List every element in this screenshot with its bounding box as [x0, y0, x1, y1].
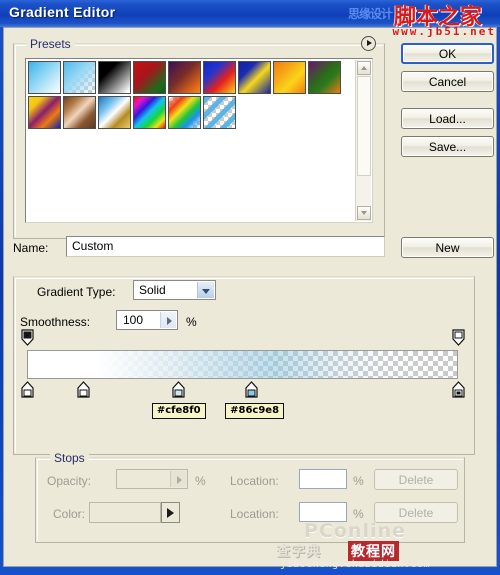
dialog-client-area: Presets OK Cancel Load... Save... New Na… — [3, 27, 497, 567]
title-bar[interactable]: Gradient Editor 思缘设计 脚本之家 — [0, 0, 500, 27]
new-button[interactable]: New — [401, 237, 494, 258]
color-stop-1[interactable] — [21, 381, 34, 398]
gradient-type-value: Solid — [139, 283, 166, 297]
watermark-pconline: PConline — [304, 520, 406, 542]
smoothness-unit: % — [186, 315, 197, 329]
presets-group: Presets — [13, 36, 385, 239]
preset-swatch[interactable] — [63, 61, 96, 94]
watermark-jb51-url: www.jb51.net — [392, 25, 496, 38]
triangle-right-icon — [170, 471, 186, 487]
presets-menu-icon[interactable] — [361, 36, 376, 51]
opacity-location-unit: % — [353, 474, 364, 488]
triangle-right-icon — [161, 502, 180, 523]
smoothness-input[interactable]: 100 — [116, 310, 178, 330]
opacity-stop-left[interactable] — [21, 329, 34, 346]
color-location-label: Location: — [230, 507, 279, 521]
preset-swatch-fill — [134, 62, 165, 93]
color-stop-tooltip: #cfe8f0 — [151, 403, 206, 419]
color-stop-tooltip: #86c9e8 — [225, 403, 285, 419]
presets-group-title: Presets — [26, 37, 75, 51]
preset-swatch-fill — [204, 97, 235, 128]
opacity-location-input — [299, 469, 347, 489]
smoothness-label: Smoothness: — [20, 315, 91, 329]
gradient-settings-group: Gradient Type: Solid Smoothness: 100 % #… — [13, 276, 475, 543]
watermark-chazidian-tag: 教程网 — [348, 541, 399, 561]
preset-swatch[interactable] — [133, 96, 166, 129]
preset-swatch[interactable] — [28, 96, 61, 129]
gradient-editor-window: Gradient Editor 思缘设计 脚本之家 www.jb51.net P… — [0, 0, 500, 575]
chevron-down-icon[interactable] — [197, 282, 214, 298]
preset-swatch-fill — [29, 62, 60, 93]
color-stop-4[interactable] — [245, 381, 258, 398]
titlebar-watermark: 思缘设计 脚本之家 — [348, 0, 498, 27]
preset-swatch-fill — [99, 97, 130, 128]
preset-swatch[interactable] — [273, 61, 306, 94]
ok-button[interactable]: OK — [401, 43, 494, 64]
preset-swatch-fill — [239, 62, 270, 93]
preset-swatch[interactable] — [28, 61, 61, 94]
color-stop-5[interactable] — [452, 381, 465, 398]
scrollbar-thumb[interactable] — [357, 76, 371, 176]
smoothness-value: 100 — [123, 313, 144, 327]
gradient-preview-bar[interactable] — [27, 350, 458, 379]
watermark-chazidian-cn: 查字典 — [276, 544, 321, 560]
opacity-label: Opacity: — [47, 474, 92, 488]
preset-swatch[interactable] — [238, 61, 271, 94]
color-label: Color: — [53, 507, 86, 521]
save-button[interactable]: Save... — [401, 136, 494, 157]
preset-swatch-fill — [134, 97, 165, 128]
opacity-unit: % — [195, 474, 206, 488]
preset-swatch-fill — [169, 97, 200, 128]
gradient-type-select[interactable]: Solid — [133, 280, 216, 300]
preset-swatch[interactable] — [308, 61, 341, 94]
preset-swatch[interactable] — [133, 61, 166, 94]
opacity-delete-button: Delete — [374, 469, 458, 490]
preset-swatch[interactable] — [98, 96, 131, 129]
opacity-location-label: Location: — [230, 474, 279, 488]
chevron-up-icon[interactable] — [357, 61, 371, 75]
preset-swatch[interactable] — [63, 96, 96, 129]
preset-swatch-fill — [169, 62, 200, 93]
gradient-fill — [28, 351, 457, 378]
presets-swatch-grid — [28, 61, 354, 131]
triangle-right-icon[interactable] — [160, 312, 176, 328]
gradient-type-label: Gradient Type: — [37, 285, 116, 299]
preset-swatch-fill — [309, 62, 340, 93]
preset-swatch[interactable] — [203, 96, 236, 129]
color-stop-3[interactable] — [172, 381, 185, 398]
color-location-unit: % — [353, 507, 364, 521]
presets-listbox[interactable] — [25, 58, 373, 223]
watermark-chazidian: 查字典 教程网 jiaocheng.chazidian.com — [276, 541, 498, 573]
color-swatch — [89, 502, 161, 523]
chevron-down-icon[interactable] — [357, 206, 371, 220]
preset-swatch-fill — [64, 97, 95, 128]
color-stop-2[interactable] — [77, 381, 90, 398]
preset-swatch[interactable] — [168, 61, 201, 94]
preset-swatch[interactable] — [98, 61, 131, 94]
watermark-chazidian-url: jiaocheng.chazidian.com — [280, 559, 430, 570]
opacity-stop-right[interactable] — [452, 329, 465, 346]
preset-swatch[interactable] — [168, 96, 201, 129]
watermark-jb51-text: 脚本之家 — [394, 5, 483, 27]
presets-scrollbar[interactable] — [355, 60, 371, 221]
preset-swatch[interactable] — [203, 61, 236, 94]
preset-swatch-fill — [99, 62, 130, 93]
color-location-input — [299, 502, 347, 522]
load-button[interactable]: Load... — [401, 108, 494, 129]
preset-swatch-fill — [274, 62, 305, 93]
cancel-button[interactable]: Cancel — [401, 71, 494, 92]
preset-swatch-fill — [204, 62, 235, 93]
name-label: Name: — [13, 241, 49, 255]
preset-swatch-fill — [64, 62, 95, 93]
name-input[interactable]: Custom — [66, 236, 385, 257]
stops-group-title: Stops — [50, 451, 89, 465]
watermark-siyuan-text: 思缘设计 — [348, 7, 393, 21]
window-title: Gradient Editor — [9, 4, 116, 20]
opacity-input — [116, 469, 188, 489]
preset-swatch-fill — [29, 97, 60, 128]
